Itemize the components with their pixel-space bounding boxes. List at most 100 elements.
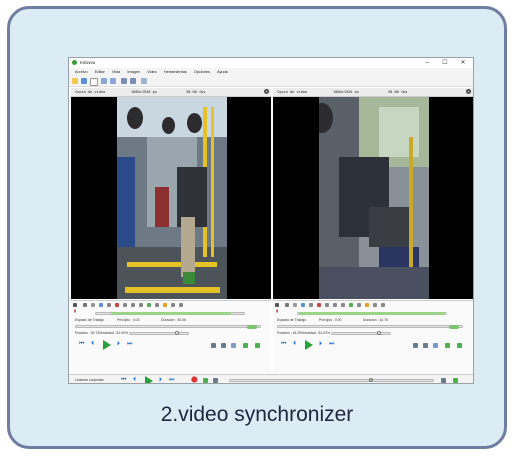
next-frame-icon[interactable]: ⏵ xyxy=(319,340,322,348)
tool-icon[interactable] xyxy=(301,303,305,307)
tool-icon[interactable] xyxy=(373,303,377,307)
marker-icon[interactable]: ▮ xyxy=(74,307,76,315)
tool-icon[interactable] xyxy=(381,303,385,307)
marker-icon[interactable]: ▮ xyxy=(276,307,278,315)
video-frame-bus-side xyxy=(319,97,429,299)
snapshot-icon[interactable] xyxy=(413,343,418,348)
sync-merge-icon[interactable] xyxy=(203,378,208,383)
sync-track[interactable] xyxy=(229,379,434,382)
close-pane-icon[interactable]: × xyxy=(466,89,471,94)
position-track[interactable] xyxy=(277,325,463,328)
last-frame-icon[interactable]: ⏭ xyxy=(329,340,334,348)
export-video-icon[interactable] xyxy=(433,343,438,348)
one-screen-icon[interactable] xyxy=(101,78,107,84)
workspace-range[interactable] xyxy=(111,312,231,315)
position-cursor[interactable] xyxy=(449,325,459,329)
snapshot-icon[interactable] xyxy=(211,343,216,348)
video-viewport[interactable] xyxy=(273,97,473,299)
save-data-2-icon[interactable] xyxy=(457,343,462,348)
save-data-2-icon[interactable] xyxy=(255,343,260,348)
tool-icon[interactable] xyxy=(293,303,297,307)
menu-opciones[interactable]: Opciones xyxy=(194,68,210,76)
sync-export-icon[interactable] xyxy=(453,378,458,383)
drawing-toolbar xyxy=(73,302,269,309)
video-viewport[interactable] xyxy=(71,97,271,299)
export-video-icon[interactable] xyxy=(231,343,236,348)
save-data-icon[interactable] xyxy=(243,343,248,348)
position-cursor[interactable] xyxy=(247,325,257,329)
menu-herramientas[interactable]: Herramientas xyxy=(164,68,187,76)
tool-icon[interactable] xyxy=(333,303,337,307)
sync-marker-icon[interactable]: ⬤ xyxy=(191,376,198,383)
speed-slider[interactable] xyxy=(331,332,391,335)
sync-snapshot-icon[interactable] xyxy=(441,378,446,383)
speed-knob[interactable] xyxy=(175,331,179,335)
play-icon[interactable] xyxy=(103,340,111,350)
export-icon[interactable] xyxy=(221,343,226,348)
save-data-icon[interactable] xyxy=(445,343,450,348)
tool-icon[interactable] xyxy=(365,303,369,307)
tool-icon[interactable] xyxy=(179,303,183,307)
maximize-button[interactable]: ☐ xyxy=(437,58,453,68)
sync-next-icon[interactable]: ⏵ xyxy=(159,376,162,383)
first-frame-icon[interactable]: ⏮ xyxy=(281,340,286,348)
start-label: Principio : 0.00 xyxy=(319,318,342,322)
save-icon[interactable] xyxy=(81,78,87,84)
capture-two-icon[interactable] xyxy=(130,78,136,84)
tool-icon[interactable] xyxy=(83,303,87,307)
capture-icon[interactable] xyxy=(121,78,127,84)
workspace-range[interactable] xyxy=(299,312,445,315)
menu-video[interactable]: Video xyxy=(147,68,157,76)
tool-icon[interactable] xyxy=(317,303,321,307)
tool-icon[interactable] xyxy=(115,303,119,307)
tool-icon[interactable] xyxy=(139,303,143,307)
close-window-button[interactable]: ✕ xyxy=(455,58,471,68)
export-icon[interactable] xyxy=(423,343,428,348)
drawing-toolbar xyxy=(275,302,471,309)
resolution-label: 1080×1920 px xyxy=(333,90,359,94)
sync-previous-icon[interactable]: ⏴ xyxy=(133,376,136,383)
speed-knob[interactable] xyxy=(377,331,381,335)
sync-last-icon[interactable]: ⏭ xyxy=(169,376,174,383)
menu-archivo[interactable]: Archivo xyxy=(75,68,88,76)
menu-vista[interactable]: Vista xyxy=(112,68,120,76)
tool-icon[interactable] xyxy=(99,303,103,307)
tool-icon[interactable] xyxy=(123,303,127,307)
workspace-label: Espacio de Trabajo xyxy=(277,318,307,322)
tool-icon[interactable] xyxy=(107,303,111,307)
tool-icon[interactable] xyxy=(357,303,361,307)
two-screens-icon[interactable] xyxy=(110,78,116,84)
first-frame-icon[interactable]: ⏮ xyxy=(79,340,84,348)
folder-icon[interactable] xyxy=(72,78,78,84)
menu-bar: Archivo Editar Vista Imagen Video Herram… xyxy=(69,68,473,76)
position-track[interactable] xyxy=(75,325,261,328)
tool-icon[interactable] xyxy=(341,303,345,307)
sync-swap-icon[interactable] xyxy=(213,378,218,383)
last-frame-icon[interactable]: ⏭ xyxy=(127,340,132,348)
tool-icon[interactable] xyxy=(171,303,175,307)
tool-icon[interactable] xyxy=(155,303,159,307)
tool-icon[interactable] xyxy=(349,303,353,307)
tool-icon[interactable] xyxy=(309,303,313,307)
new-icon[interactable] xyxy=(90,78,98,86)
sync-point-knob[interactable] xyxy=(369,378,373,382)
tool-icon[interactable] xyxy=(163,303,167,307)
tool-icon[interactable] xyxy=(325,303,329,307)
next-frame-icon[interactable]: ⏵ xyxy=(117,340,120,348)
tool-icon[interactable] xyxy=(91,303,95,307)
tool-icon[interactable] xyxy=(285,303,289,307)
menu-ayuda[interactable]: Ayuda xyxy=(217,68,228,76)
minimize-button[interactable]: – xyxy=(419,58,435,68)
play-icon[interactable] xyxy=(305,340,313,350)
sync-play-icon[interactable] xyxy=(145,376,153,383)
close-pane-icon[interactable]: × xyxy=(264,89,269,94)
menu-imagen[interactable]: Imagen xyxy=(127,68,140,76)
sync-first-icon[interactable]: ⏮ xyxy=(121,376,126,383)
tool-icon[interactable] xyxy=(147,303,151,307)
tool-icon[interactable] xyxy=(131,303,135,307)
menu-editar[interactable]: Editar xyxy=(95,68,105,76)
previous-frame-icon[interactable]: ⏴ xyxy=(91,340,94,348)
explorer-icon[interactable] xyxy=(141,78,147,84)
previous-frame-icon[interactable]: ⏴ xyxy=(293,340,296,348)
speed-slider[interactable] xyxy=(129,332,189,335)
